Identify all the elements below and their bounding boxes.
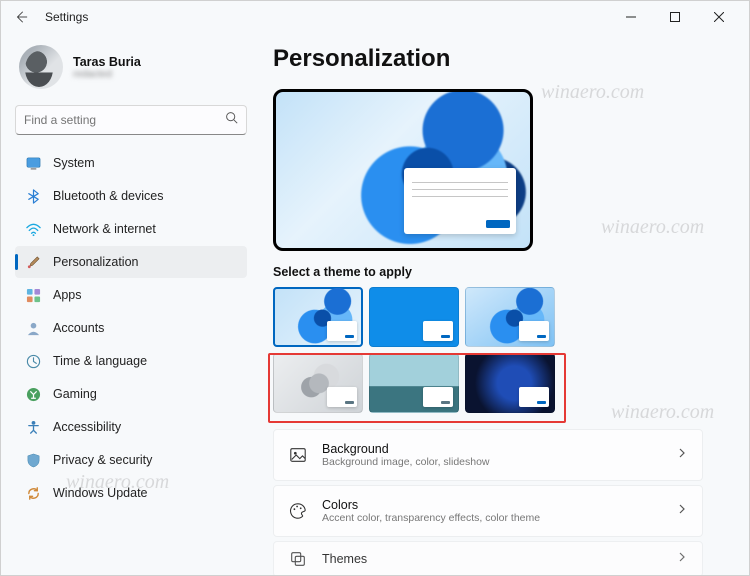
nav-bluetooth[interactable]: Bluetooth & devices (15, 180, 247, 212)
nav-system[interactable]: System (15, 147, 247, 179)
settings-row-colors[interactable]: Colors Accent color, transparency effect… (273, 485, 703, 537)
themes-icon (288, 549, 308, 569)
close-button[interactable] (697, 3, 741, 31)
system-icon (25, 155, 41, 171)
nav-label: Network & internet (53, 222, 156, 236)
chevron-right-icon (676, 502, 688, 520)
theme-option-6[interactable] (465, 353, 555, 413)
settings-window: Settings Taras Buria redacted (0, 0, 750, 576)
window-title: Settings (45, 10, 88, 24)
search-input[interactable] (24, 113, 225, 127)
titlebar: Settings (1, 1, 749, 33)
nav-label: Privacy & security (53, 453, 152, 467)
nav-label: System (53, 156, 95, 170)
paintbrush-icon (25, 254, 41, 270)
row-subtitle: Background image, color, slideshow (322, 456, 676, 468)
nav-label: Accounts (53, 321, 104, 335)
nav-update[interactable]: Windows Update (15, 477, 247, 509)
palette-icon (288, 501, 308, 521)
nav-time[interactable]: Time & language (15, 345, 247, 377)
minimize-button[interactable] (609, 3, 653, 31)
nav-accounts[interactable]: Accounts (15, 312, 247, 344)
theme-option-5[interactable] (369, 353, 459, 413)
profile-email: redacted (73, 69, 141, 80)
bluetooth-icon (25, 188, 41, 204)
profile-section[interactable]: Taras Buria redacted (15, 33, 247, 103)
settings-row-background[interactable]: Background Background image, color, slid… (273, 429, 703, 481)
theme-grid (273, 287, 555, 413)
row-title: Colors (322, 498, 676, 512)
theme-option-2[interactable] (369, 287, 459, 347)
search-box[interactable] (15, 105, 247, 135)
nav-gaming[interactable]: Gaming (15, 378, 247, 410)
nav-label: Gaming (53, 387, 97, 401)
main-content: Personalization Select a theme to apply (253, 33, 735, 575)
theme-section-label: Select a theme to apply (273, 265, 735, 279)
nav-apps[interactable]: Apps (15, 279, 247, 311)
nav-label: Windows Update (53, 486, 148, 500)
nav-label: Personalization (53, 255, 138, 269)
accounts-icon (25, 320, 41, 336)
wifi-icon (25, 221, 41, 237)
sidebar: Taras Buria redacted System Bluetooth & … (15, 33, 253, 575)
picture-icon (288, 445, 308, 465)
nav-privacy[interactable]: Privacy & security (15, 444, 247, 476)
accessibility-icon (25, 419, 41, 435)
settings-row-themes[interactable]: Themes (273, 541, 703, 575)
chevron-right-icon (676, 550, 688, 568)
nav-label: Time & language (53, 354, 147, 368)
row-title: Themes (322, 552, 676, 566)
nav-label: Accessibility (53, 420, 121, 434)
row-subtitle: Accent color, transparency effects, colo… (322, 512, 676, 524)
apps-icon (25, 287, 41, 303)
avatar (19, 45, 63, 89)
profile-name: Taras Buria (73, 55, 141, 69)
search-icon (225, 111, 238, 129)
nav-label: Bluetooth & devices (53, 189, 164, 203)
nav-accessibility[interactable]: Accessibility (15, 411, 247, 443)
gaming-icon (25, 386, 41, 402)
desktop-preview (273, 89, 533, 251)
nav-personalization[interactable]: Personalization (15, 246, 247, 278)
back-button[interactable] (9, 5, 33, 29)
update-icon (25, 485, 41, 501)
row-title: Background (322, 442, 676, 456)
maximize-button[interactable] (653, 3, 697, 31)
theme-option-4[interactable] (273, 353, 363, 413)
nav-network[interactable]: Network & internet (15, 213, 247, 245)
page-title: Personalization (273, 45, 735, 73)
shield-icon (25, 452, 41, 468)
theme-option-3[interactable] (465, 287, 555, 347)
chevron-right-icon (676, 446, 688, 464)
clock-icon (25, 353, 41, 369)
nav-label: Apps (53, 288, 82, 302)
theme-option-1[interactable] (273, 287, 363, 347)
preview-window (404, 168, 516, 234)
